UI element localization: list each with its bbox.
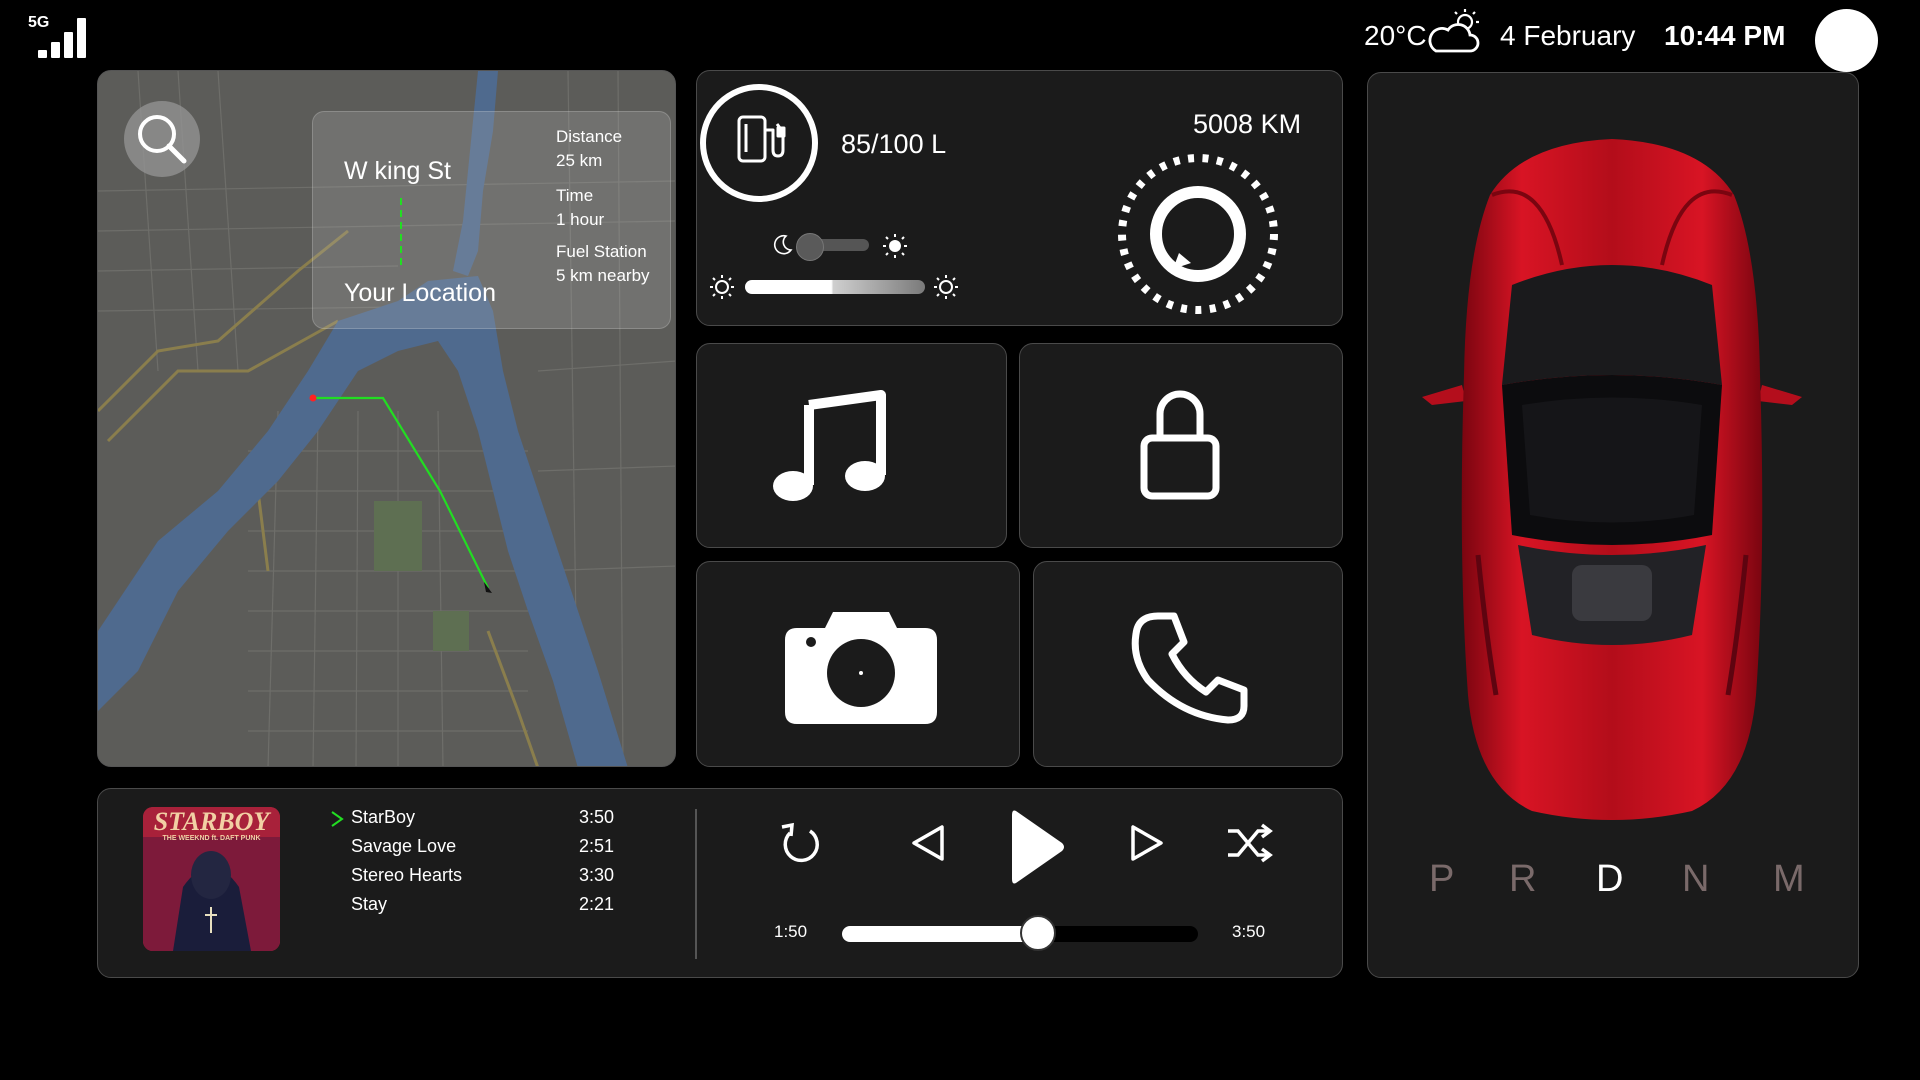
gear-p[interactable]: P [1429, 858, 1454, 901]
brightness-slider[interactable] [745, 280, 925, 294]
repeat-icon[interactable] [778, 819, 822, 867]
temperature: 20°C [1364, 20, 1427, 51]
gear-r[interactable]: R [1509, 858, 1536, 901]
theme-toggle-knob[interactable] [796, 233, 825, 261]
seek-knob[interactable] [1019, 915, 1056, 951]
fuel-station-info: Fuel Station 5 km nearby [556, 240, 650, 288]
fuel-level: 85/100 L [841, 129, 947, 159]
distance-label: Distance [556, 127, 623, 146]
date: 4 February [1500, 20, 1636, 51]
time-label: Time [556, 186, 594, 205]
shuffle-icon[interactable] [1226, 823, 1274, 863]
camera-tile[interactable] [696, 561, 1020, 767]
lock-tile[interactable] [1019, 343, 1343, 548]
signal-strength-icon: 5G [28, 12, 90, 58]
origin-label: Your Location [344, 279, 496, 307]
music-tile[interactable] [696, 343, 1007, 548]
time-info: Time 1 hour [556, 184, 604, 232]
play-icon[interactable] [1008, 807, 1066, 887]
car-overview-panel: PRDNM [1367, 72, 1859, 978]
gear-n[interactable]: N [1682, 858, 1709, 901]
sun-icon [883, 234, 907, 258]
camera-icon [785, 612, 937, 724]
route-line-icon [400, 198, 402, 268]
distance-value: 25 km [556, 151, 603, 170]
phone-tile[interactable] [1033, 561, 1343, 767]
album-art: STARBOY THE WEEKND ft. DAFT PUNK [143, 807, 280, 951]
fuel-pump-icon [700, 84, 818, 202]
playlist-item-duration: 2:51 [579, 836, 615, 856]
odometer: 5008 KM [1193, 109, 1302, 139]
fuel-station-value: 5 km nearby [556, 266, 650, 285]
album-artist: THE WEEKND ft. DAFT PUNK [162, 835, 261, 842]
previous-icon[interactable] [910, 823, 946, 863]
brightness-high-icon [934, 275, 958, 299]
music-icon [773, 390, 886, 501]
playlist-item-title[interactable]: Stay [351, 894, 387, 915]
playlist-item-duration: 3:30 [579, 865, 615, 885]
playlist-item-title[interactable]: Stereo Hearts [351, 865, 462, 886]
total-time: 3:50 [1232, 922, 1266, 941]
brightness-low-icon [710, 275, 734, 299]
player-divider [695, 809, 697, 959]
partly-cloudy-icon [1428, 9, 1480, 53]
playlist-item-title[interactable]: Savage Love [351, 836, 456, 857]
destination-label: W king St [344, 157, 451, 185]
navigation-map[interactable]: W king St Your Location Distance 25 km T… [97, 70, 676, 767]
seek-progress [842, 926, 1038, 942]
media-player: STARBOY THE WEEKND ft. DAFT PUNK StarBoy… [97, 788, 1343, 978]
route-summary-card: W king St Your Location Distance 25 km T… [312, 111, 671, 329]
elapsed-time: 1:50 [774, 922, 808, 941]
car-image [1422, 139, 1802, 820]
fuel-station-label: Fuel Station [556, 242, 647, 261]
vehicle-status-panel: 85/100 L 5008 KM [696, 70, 1343, 326]
phone-icon [1131, 612, 1248, 724]
voice-assistant-button[interactable] [1113, 149, 1283, 319]
next-icon[interactable] [1129, 823, 1165, 863]
gear-m[interactable]: M [1773, 858, 1805, 901]
album-title: STARBOY [153, 807, 270, 836]
network-type-label: 5G [28, 14, 50, 31]
profile-avatar[interactable] [1815, 9, 1878, 72]
search-icon [138, 115, 187, 164]
time-value: 1 hour [556, 210, 605, 229]
playlist-item-title[interactable]: StarBoy [351, 807, 415, 828]
map-search-button[interactable] [124, 101, 200, 177]
clock: 10:44 PM [1664, 20, 1786, 51]
moon-icon [773, 234, 793, 255]
lock-icon [1140, 390, 1220, 500]
playlist-item-duration: 3:50 [579, 807, 615, 827]
playlist-item-duration: 2:21 [579, 894, 615, 914]
gear-d[interactable]: D [1596, 858, 1623, 901]
distance-info: Distance 25 km [556, 125, 622, 173]
now-playing-icon [331, 811, 344, 827]
seek-bar[interactable] [842, 915, 1198, 951]
